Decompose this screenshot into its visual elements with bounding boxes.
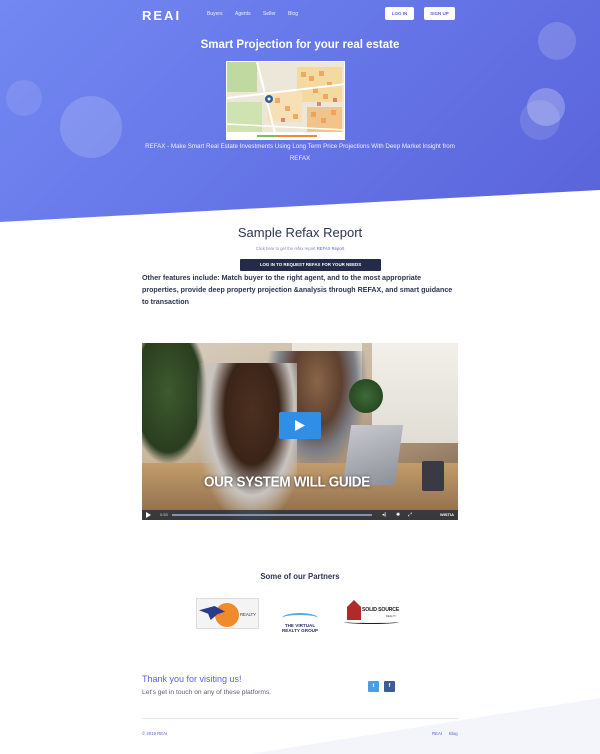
decorative-bubble (527, 88, 565, 126)
footer-touch-text: Let's get in touch on any of these platf… (142, 689, 272, 696)
wistia-brand[interactable]: WISTIA (440, 512, 454, 517)
decorative-bubble (6, 80, 42, 116)
footer-divider (142, 718, 458, 719)
partners-title: Some of our Partners (260, 572, 340, 581)
partner-realty-text: REALTY (240, 612, 256, 617)
twitter-icon[interactable]: t (368, 681, 379, 692)
decorative-bubble (60, 96, 122, 158)
sample-report-title: Sample Refax Report (237, 225, 363, 240)
nav-link-blog[interactable]: Blog (288, 11, 298, 17)
footer-link-blog[interactable]: Blog (449, 731, 458, 736)
refax-report-link[interactable]: REFAX Report (317, 246, 344, 251)
refax-map-image (226, 61, 345, 140)
settings-icon[interactable]: ✺ (396, 512, 400, 518)
logo-house-shape (347, 600, 361, 620)
hero-description: REFAX - Make Smart Real Estate Investmen… (145, 143, 455, 162)
signup-button[interactable]: SIGN UP (424, 7, 455, 20)
site-logo[interactable]: REAI (142, 8, 181, 23)
partner-realty-logo: REALTY (196, 598, 259, 629)
map-graphic (227, 62, 344, 139)
request-refax-button[interactable]: LOG IN TO REQUEST REFAX FOR YOUR NEEDS (240, 259, 381, 271)
sample-report-subtitle: Click here to get the refax report REFAX… (0, 246, 600, 251)
solid-source-line1: SOLID SOURCE (362, 607, 400, 613)
logo-wave-shape (282, 613, 318, 623)
nav-link-buyers[interactable]: Buyers (207, 11, 223, 17)
fullscreen-icon[interactable]: ⤢ (408, 512, 412, 518)
volume-icon[interactable]: ◂) (382, 512, 386, 518)
video-time: 0:53 (160, 512, 168, 517)
footer-background (250, 698, 600, 754)
small-play-icon[interactable] (146, 512, 151, 518)
play-icon (295, 420, 305, 431)
sample-subtitle-text: Click here to get the refax report (255, 246, 316, 251)
hero-title: Smart Projection for your real estate (200, 39, 400, 51)
nav-link-seller[interactable]: Seller (263, 11, 276, 17)
virtual-realty-line2: REALTY GROUP (281, 628, 319, 633)
video-progress-bar[interactable] (172, 514, 372, 516)
top-navbar: REAI Buyers Agents Seller Blog LOG IN SI… (0, 0, 600, 28)
video-caption: OUR SYSTEM WILL GUIDE (204, 473, 370, 490)
virtual-realty-group-logo: THE VIRTUAL REALTY GROUP (271, 613, 329, 640)
video-play-button[interactable] (279, 412, 321, 439)
video-person-woman (197, 363, 297, 520)
video-player[interactable]: OUR SYSTEM WILL GUIDE 0:53 ◂) ✺ ⤢ WISTIA (142, 343, 458, 520)
nav-link-agents[interactable]: Agents (235, 11, 251, 17)
video-pencil-cup (422, 461, 444, 491)
footer-link-reai[interactable]: REAI (432, 731, 442, 736)
facebook-icon[interactable]: f (384, 681, 395, 692)
login-button[interactable]: LOG IN (385, 7, 414, 20)
footer-thanks: Thank you for visiting us! (142, 674, 242, 684)
solid-source-realty-logo: SOLID SOURCE REALTY (342, 598, 402, 628)
logo-sun-shape (215, 603, 239, 627)
solid-source-line2: REALTY (386, 615, 396, 618)
logo-swoosh-shape (344, 620, 399, 624)
video-control-bar: 0:53 ◂) ✺ ⤢ WISTIA (142, 510, 458, 520)
hero-section: REAI Buyers Agents Seller Blog LOG IN SI… (0, 0, 600, 222)
footer-copyright: © 2019 REAI (142, 731, 168, 736)
features-text: Other features include: Match buyer to t… (142, 274, 453, 306)
video-bonsai (349, 379, 383, 413)
